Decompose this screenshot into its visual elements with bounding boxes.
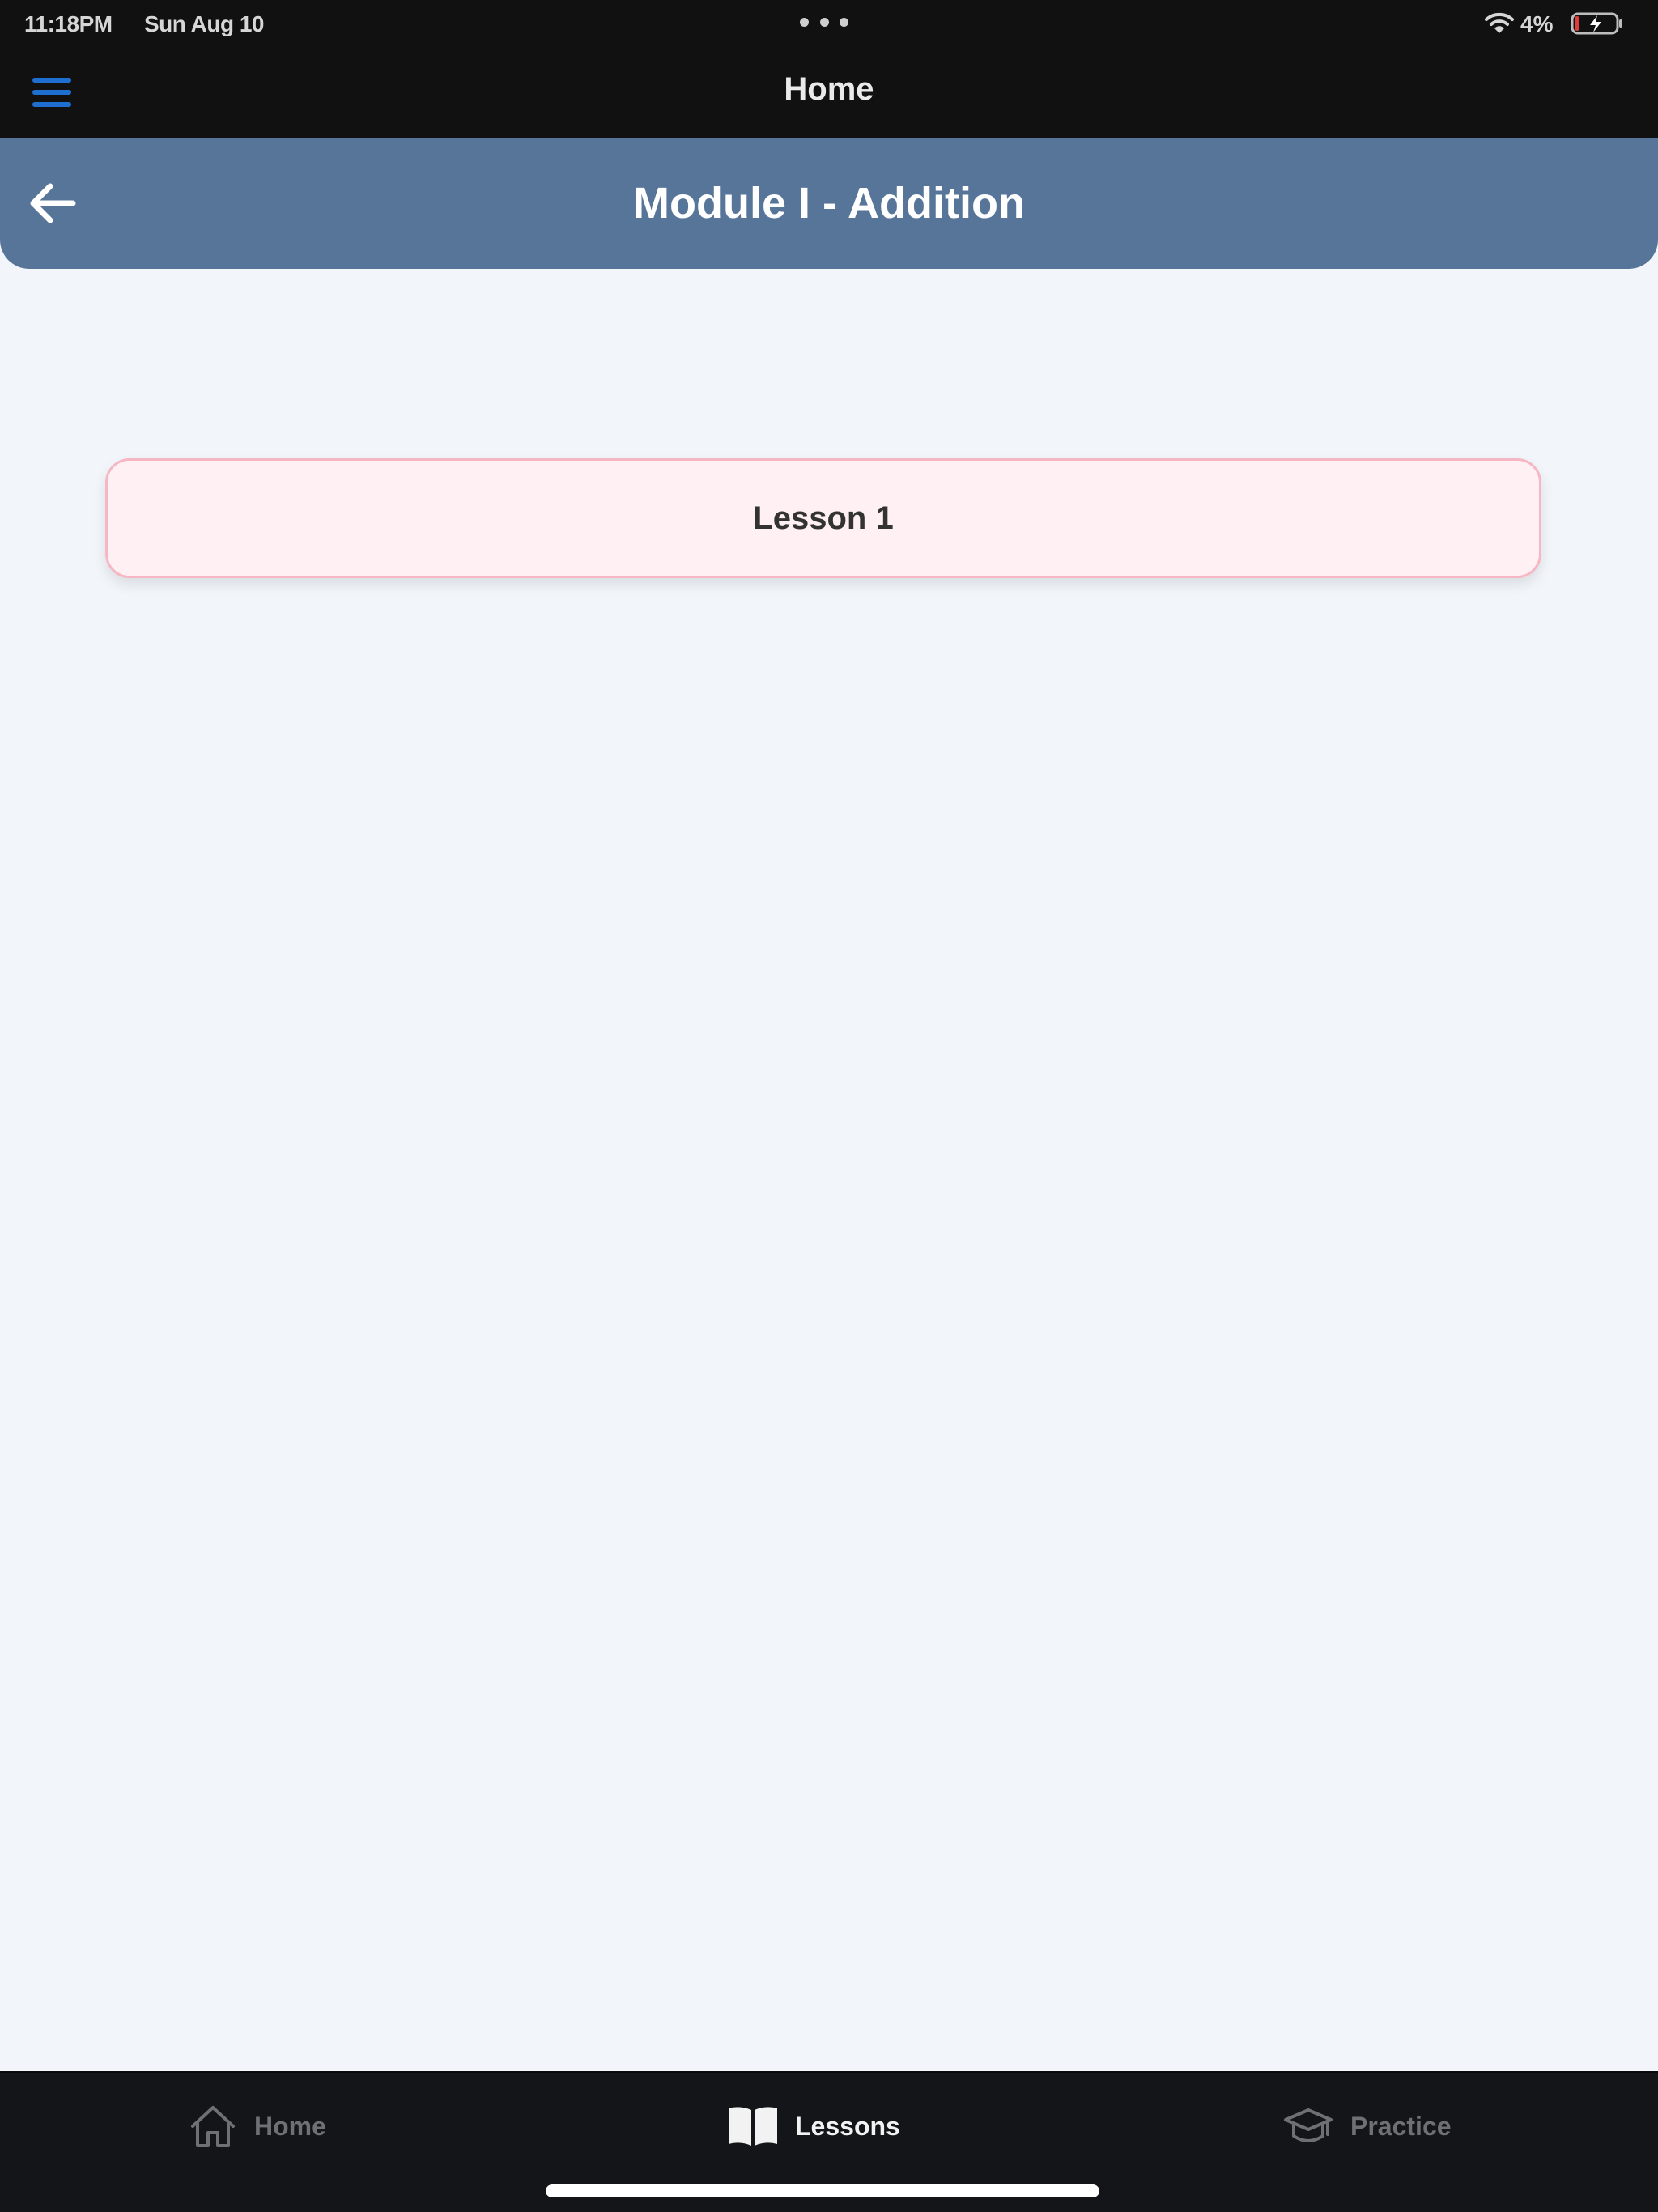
tab-home[interactable]: Home xyxy=(188,2102,326,2150)
wifi-icon xyxy=(1485,12,1514,33)
battery-percent: 4% xyxy=(1520,11,1554,36)
module-title: Module I - Addition xyxy=(633,179,1025,228)
tab-home-label: Home xyxy=(254,2111,326,2141)
tab-lessons[interactable]: Lessons xyxy=(727,2102,900,2150)
multitasking-dots-icon[interactable] xyxy=(800,18,848,28)
home-indicator[interactable] xyxy=(546,2184,1099,2197)
module-header: Module I - Addition xyxy=(0,138,1658,269)
lesson-label: Lesson 1 xyxy=(753,500,894,536)
tab-practice[interactable]: Practice xyxy=(1282,2102,1452,2150)
status-bar: 11:18PM Sun Aug 10 4% xyxy=(0,0,1658,47)
status-time: 11:18PM xyxy=(24,11,113,36)
battery-charging-icon xyxy=(1571,12,1622,35)
open-book-icon xyxy=(729,2107,777,2146)
tab-practice-label: Practice xyxy=(1350,2111,1452,2141)
nav-bar: Home xyxy=(0,47,1658,138)
tab-bar: Home Lessons Practice xyxy=(0,2071,1658,2212)
lesson-card[interactable]: Lesson 1 xyxy=(105,458,1541,578)
status-date: Sun Aug 10 xyxy=(144,11,264,36)
house-icon xyxy=(191,2106,235,2147)
app-screen: 11:18PM Sun Aug 10 4% Home Module I - Ad… xyxy=(0,0,1658,2212)
graduation-cap-icon xyxy=(1284,2108,1333,2142)
nav-title: Home xyxy=(784,71,874,107)
tab-lessons-label: Lessons xyxy=(795,2111,900,2141)
